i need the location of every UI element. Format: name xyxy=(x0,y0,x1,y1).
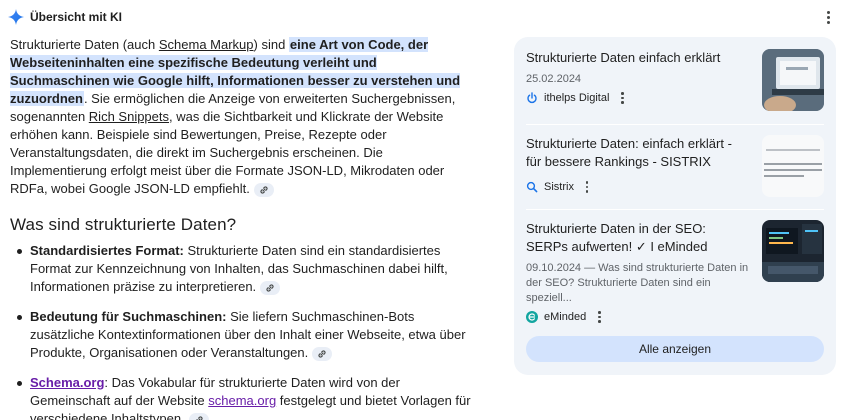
overview-body: Strukturierte Daten (auch Schema Markup)… xyxy=(10,36,480,420)
list-item: Standardisiertes Format: Strukturierte D… xyxy=(10,242,480,296)
citation-link-icon[interactable] xyxy=(312,346,333,361)
eminded-logo-icon xyxy=(526,311,538,323)
citation-link-icon[interactable] xyxy=(188,412,209,420)
source-thumbnail[interactable] xyxy=(762,135,824,197)
source-card[interactable]: Strukturierte Daten: einfach erklärt - f… xyxy=(526,135,824,197)
ai-overview-title: Übersicht mit KI xyxy=(30,10,123,24)
source-title[interactable]: Strukturierte Daten einfach erklärt xyxy=(526,49,746,67)
rich-snippets-link[interactable]: Rich Snippets xyxy=(89,109,169,124)
divider xyxy=(526,209,824,210)
schema-org-link[interactable]: schema.org xyxy=(208,393,276,408)
divider xyxy=(526,124,824,125)
section-heading: Was sind strukturierte Daten? xyxy=(10,215,237,234)
list-item: Bedeutung für Suchmaschinen: Sie liefern… xyxy=(10,308,480,362)
source-snippet: 09.10.2024 — Was sind strukturierte Date… xyxy=(526,262,749,304)
source-name: eMinded xyxy=(544,311,587,323)
citation-link-icon[interactable] xyxy=(260,280,281,295)
source-meta: eMinded xyxy=(526,311,824,323)
more-options-icon[interactable] xyxy=(621,92,624,104)
sources-panel: Strukturierte Daten einfach erklärt 25.0… xyxy=(514,37,836,375)
source-name: Sistrix xyxy=(544,181,574,193)
citation-link-icon[interactable] xyxy=(253,182,274,197)
schema-org-term-link[interactable]: Schema.org xyxy=(30,375,104,390)
source-card[interactable]: Strukturierte Daten in der SEO: SERPs au… xyxy=(526,220,824,323)
magnifier-icon xyxy=(526,181,538,193)
source-title[interactable]: Strukturierte Daten in der SEO: SERPs au… xyxy=(526,220,746,256)
intro-paragraph: Strukturierte Daten (auch Schema Markup)… xyxy=(10,37,461,197)
gemini-sparkle-icon xyxy=(8,9,24,25)
source-name: ithelps Digital xyxy=(544,92,610,104)
more-options-icon[interactable] xyxy=(822,8,834,26)
ai-overview-header: Übersicht mit KI xyxy=(8,6,122,28)
more-options-icon[interactable] xyxy=(585,181,589,193)
source-thumbnail[interactable] xyxy=(762,49,824,111)
source-card[interactable]: Strukturierte Daten einfach erklärt 25.0… xyxy=(526,49,824,111)
power-icon xyxy=(527,92,537,104)
source-thumbnail[interactable] xyxy=(762,220,824,282)
more-options-icon[interactable] xyxy=(598,311,601,323)
bullet-list: Standardisiertes Format: Strukturierte D… xyxy=(10,242,480,420)
show-all-button[interactable]: Alle anzeigen xyxy=(526,336,824,362)
source-title[interactable]: Strukturierte Daten: einfach erklärt - f… xyxy=(526,135,746,171)
schema-markup-link[interactable]: Schema Markup xyxy=(159,37,254,52)
list-item: Schema.org: Das Vokabular für strukturie… xyxy=(10,374,480,420)
